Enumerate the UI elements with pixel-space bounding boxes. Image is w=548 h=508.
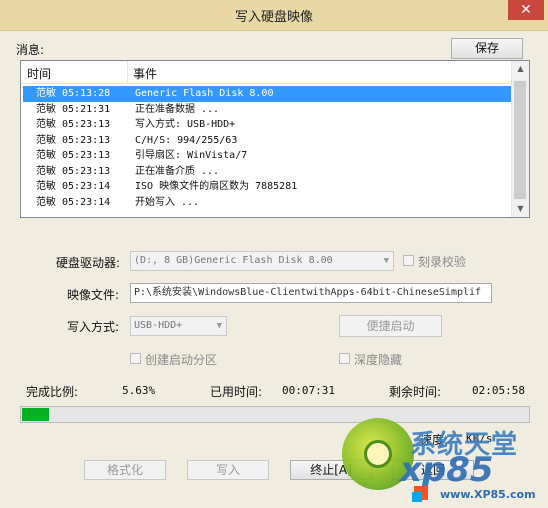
list-item[interactable]: 范敏 05:23:14 ISO 映像文件的扇区数为 7885281: [23, 179, 512, 195]
chevron-down-icon: ▼: [216, 321, 222, 331]
scroll-thumb[interactable]: [514, 81, 526, 199]
remaining-time-label: 剩余时间:: [389, 385, 442, 399]
messages-label: 消息:: [16, 43, 45, 57]
row-time: 范敏 05:21:31: [36, 103, 111, 115]
write-progress-bar: [20, 406, 530, 423]
quick-boot-button[interactable]: 便捷启动: [339, 315, 442, 337]
title-bar: 写入硬盘映像 ✕: [0, 0, 548, 31]
row-event: 正在准备数据 ...: [135, 103, 220, 115]
scroll-up-icon[interactable]: ▲: [512, 61, 529, 77]
verify-checkbox[interactable]: [403, 255, 414, 266]
image-file-input[interactable]: P:\系统安装\WindowsBlue-ClientwithApps-64bit…: [130, 283, 492, 303]
verify-label: 刻录校验: [418, 255, 467, 269]
list-item[interactable]: 范敏 05:21:31 正在准备数据 ...: [23, 102, 512, 118]
list-item[interactable]: 范敏 05:23:13 写入方式: USB-HDD+: [23, 117, 512, 133]
row-time: 范敏 05:23:13: [36, 119, 111, 130]
deep-hide-label: 深度隐藏: [354, 353, 403, 367]
row-event: Generic Flash Disk 8.00: [135, 88, 274, 99]
column-header-time[interactable]: 时间: [27, 65, 51, 82]
format-button[interactable]: 格式化: [84, 460, 166, 480]
chevron-down-icon: ▼: [383, 256, 389, 266]
column-header-event[interactable]: 事件: [133, 65, 157, 82]
used-time-value: 00:07:31: [282, 384, 335, 397]
list-item[interactable]: 范敏 05:13:28 Generic Flash Disk 8.00: [23, 86, 512, 102]
vertical-scrollbar[interactable]: ▲ ▼: [511, 61, 529, 217]
row-time: 范敏 05:23:13: [36, 150, 111, 161]
drive-label: 硬盘驱动器:: [56, 256, 121, 270]
write-button[interactable]: 写入: [187, 460, 269, 480]
watermark-logo-center-icon: [364, 440, 392, 468]
row-event: 正在准备介质 ...: [135, 165, 220, 177]
complete-value: 5.63%: [122, 384, 156, 397]
row-event: 开始写入 ...: [135, 196, 200, 208]
row-time: 范敏 05:23:13: [36, 165, 111, 177]
row-event: C/H/S: 994/255/63: [135, 134, 238, 146]
close-button[interactable]: ✕: [508, 0, 544, 20]
list-item[interactable]: 范敏 05:23:13 C/H/S: 994/255/63: [23, 133, 512, 149]
message-rows: 范敏 05:13:28 Generic Flash Disk 8.00 范敏 05:…: [23, 86, 512, 210]
column-divider[interactable]: [127, 61, 128, 83]
used-time-label: 已用时间:: [210, 385, 263, 399]
row-time: 范敏 05:23:13: [36, 134, 111, 146]
create-boot-partition-label: 创建启动分区: [145, 353, 218, 367]
row-time: 范敏 05:23:14: [36, 181, 111, 192]
list-header: 时间 事件: [21, 61, 512, 84]
write-mode-select[interactable]: USB-HDD+ ▼: [130, 316, 227, 336]
row-event: 引导扇区: WinVista/7: [135, 150, 248, 161]
drive-select[interactable]: (D:, 8 GB)Generic Flash Disk 8.00 ▼: [130, 251, 394, 271]
row-time: 范敏 05:23:14: [36, 196, 111, 208]
scroll-down-icon[interactable]: ▼: [512, 201, 529, 217]
windows-logo-icon: [412, 492, 422, 502]
list-item[interactable]: 范敏 05:23:13 引导扇区: WinVista/7: [23, 148, 512, 164]
row-event: 写入方式: USB-HDD+: [135, 119, 236, 130]
write-mode-label: 写入方式:: [67, 320, 120, 334]
remaining-time-value: 02:05:58: [472, 384, 525, 397]
message-list[interactable]: 时间 事件 范敏 05:13:28 Generic Flash Disk 8.00…: [20, 60, 530, 218]
deep-hide-checkbox[interactable]: [339, 353, 350, 364]
watermark-url: www.XP85.com: [440, 488, 536, 501]
progress-fill: [22, 408, 49, 421]
create-boot-partition-checkbox[interactable]: [130, 353, 141, 364]
watermark-line2: xp85: [400, 450, 494, 490]
complete-label: 完成比例:: [26, 385, 79, 399]
row-time: 范敏 05:13:28: [36, 88, 111, 99]
drive-value: (D:, 8 GB)Generic Flash Disk 8.00: [134, 255, 333, 266]
save-button[interactable]: 保存: [451, 38, 523, 59]
row-event: ISO 映像文件的扇区数为 7885281: [135, 181, 298, 192]
write-mode-value: USB-HDD+: [134, 320, 183, 331]
list-item[interactable]: 范敏 05:23:13 正在准备介质 ...: [23, 164, 512, 180]
list-item[interactable]: 范敏 05:23:14 开始写入 ...: [23, 195, 512, 211]
window-title: 写入硬盘映像: [234, 10, 313, 25]
image-file-label: 映像文件:: [67, 288, 120, 302]
